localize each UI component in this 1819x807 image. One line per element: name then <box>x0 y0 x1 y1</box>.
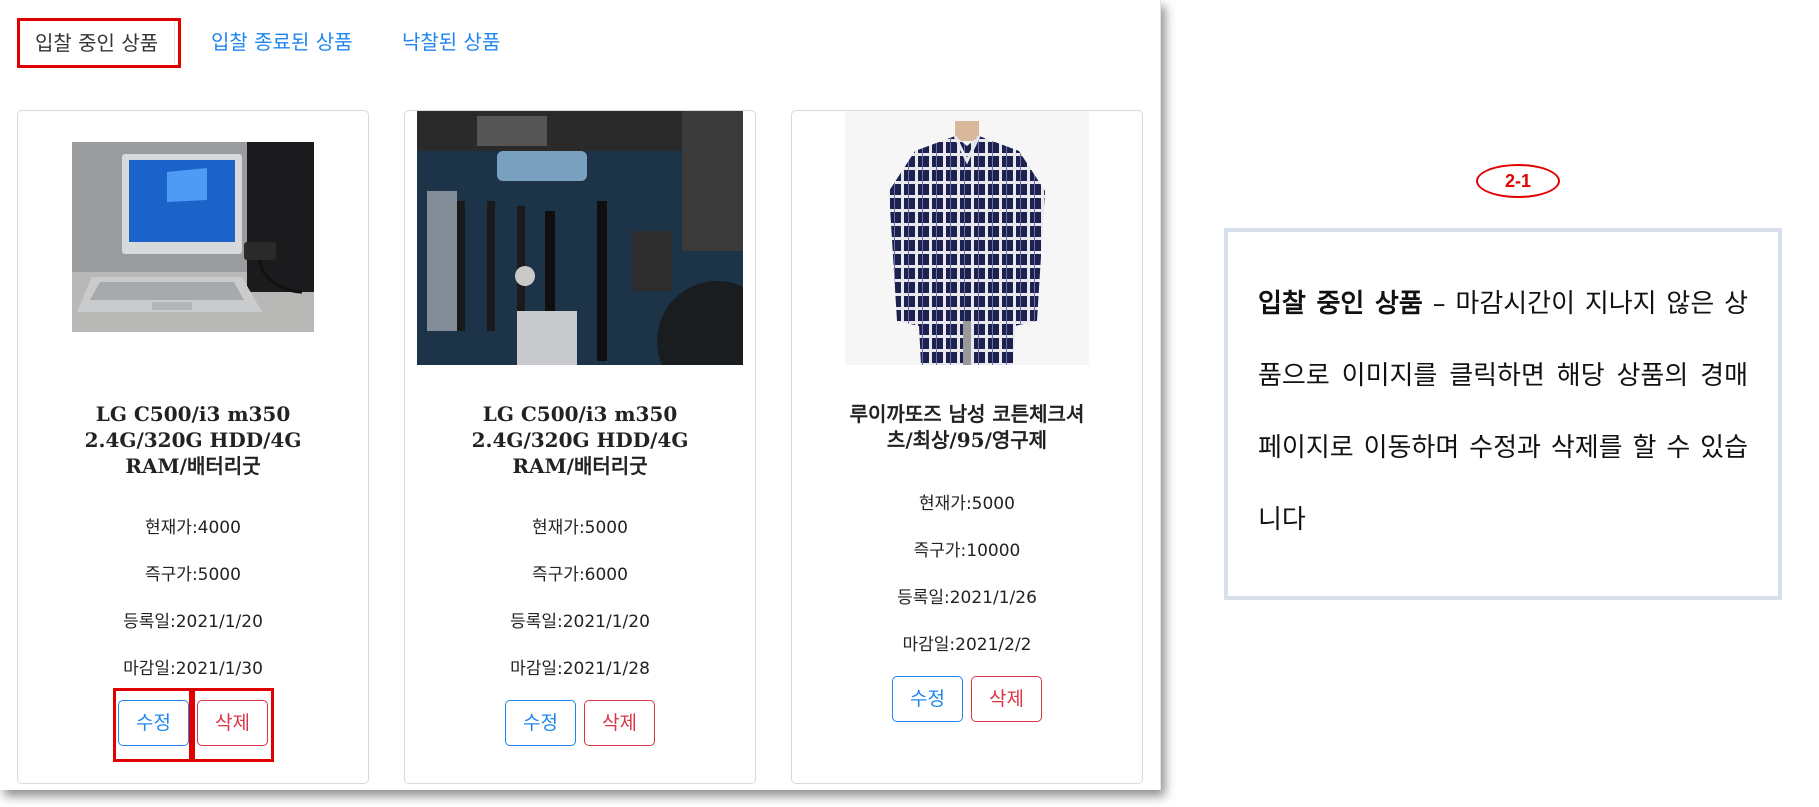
current-price: 현재가:5000 <box>532 518 628 538</box>
current-price: 현재가:5000 <box>919 494 1015 514</box>
current-price: 현재가:4000 <box>145 518 241 538</box>
explanation-term: 입찰 중인 상품 <box>1258 289 1423 319</box>
product-title-line: 루이까또즈 남성 코튼체크셔 <box>849 402 1085 426</box>
product-title-line: LG C500/i3 m350 <box>482 402 678 426</box>
product-title-line: 2.4G/320G HDD/4G <box>84 428 302 452</box>
tab-won[interactable]: 낙찰된 상품 <box>402 18 500 66</box>
product-card: 루이까또즈 남성 코튼체크셔 츠/최상/95/영구제 현재가:5000 즉구가:… <box>791 110 1143 784</box>
motherboard-photo[interactable] <box>417 111 743 365</box>
deadline-date: 마감일:2021/1/28 <box>510 659 650 679</box>
buy-now-price: 즉구가:5000 <box>145 565 241 585</box>
registered-date: 등록일:2021/1/26 <box>897 588 1037 608</box>
edit-button[interactable]: 수정 <box>118 700 189 746</box>
tab-bidding[interactable]: 입찰 중인 상품 <box>18 18 176 68</box>
auction-panel: 입찰 중인 상품 입찰 종료된 상품 낙찰된 상품 LG C500/i3 m35… <box>0 0 1161 790</box>
deadline-date: 마감일:2021/1/30 <box>123 659 263 679</box>
delete-button[interactable]: 삭제 <box>584 700 655 746</box>
registered-date: 등록일:2021/1/20 <box>510 612 650 632</box>
product-title-line: RAM/배터리굿 <box>125 454 261 478</box>
explanation-box: 입찰 중인 상품 – 마감시간이 지나지 않은 상품으로 이미지를 클릭하면 해… <box>1224 228 1782 600</box>
delete-button[interactable]: 삭제 <box>971 676 1042 722</box>
laptop-photo[interactable] <box>72 142 314 332</box>
product-title-line: RAM/배터리굿 <box>512 454 648 478</box>
registered-date: 등록일:2021/1/20 <box>123 612 263 632</box>
product-card: LG C500/i3 m350 2.4G/320G HDD/4G RAM/배터리… <box>17 110 369 784</box>
edit-button[interactable]: 수정 <box>505 700 576 746</box>
tab-bar: 입찰 중인 상품 입찰 종료된 상품 낙찰된 상품 <box>18 18 1138 68</box>
product-title[interactable]: LG C500/i3 m350 2.4G/320G HDD/4G RAM/배터리… <box>38 401 348 479</box>
edit-button[interactable]: 수정 <box>892 676 963 722</box>
product-title-line: LG C500/i3 m350 <box>95 402 291 426</box>
tab-bid-ended[interactable]: 입찰 종료된 상품 <box>211 18 353 66</box>
product-title[interactable]: 루이까또즈 남성 코튼체크셔 츠/최상/95/영구제 <box>812 401 1122 453</box>
deadline-date: 마감일:2021/2/2 <box>902 635 1032 655</box>
product-card: LG C500/i3 m350 2.4G/320G HDD/4G RAM/배터리… <box>404 110 756 784</box>
buy-now-price: 즉구가:6000 <box>532 565 628 585</box>
product-title-line: 츠/최상/95/영구제 <box>886 428 1048 452</box>
product-title-line: 2.4G/320G HDD/4G <box>471 428 689 452</box>
plaid-shirt-photo[interactable] <box>845 111 1089 365</box>
buy-now-price: 즉구가:10000 <box>913 541 1021 561</box>
explanation-text: 입찰 중인 상품 – 마감시간이 지나지 않은 상품으로 이미지를 클릭하면 해… <box>1258 268 1748 556</box>
explanation-body: – 마감시간이 지나지 않은 상품으로 이미지를 클릭하면 해당 상품의 경매 … <box>1258 289 1748 535</box>
product-title[interactable]: LG C500/i3 m350 2.4G/320G HDD/4G RAM/배터리… <box>425 401 735 479</box>
step-badge: 2-1 <box>1476 164 1560 198</box>
delete-button[interactable]: 삭제 <box>197 700 268 746</box>
